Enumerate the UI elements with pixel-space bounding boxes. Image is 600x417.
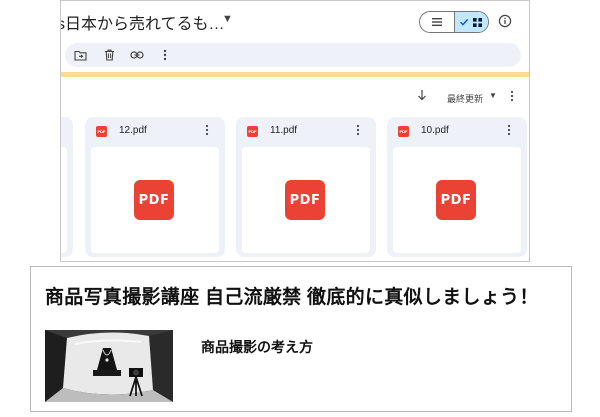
course-thumbnail-image[interactable] [45,330,173,402]
file-name: 11.pdf [270,125,298,136]
selection-toolbar [65,43,521,67]
sort-by-label[interactable]: 最終更新 [447,92,483,105]
file-thumbnail: PDF [393,147,521,253]
pdf-file-icon: PDF [247,126,258,137]
folder-move-icon [73,50,87,61]
pdf-thumbnail-icon: PDF [285,180,325,220]
trash-icon [104,49,114,61]
title-bar: s日本から売れてるも… ▼ [61,1,529,41]
view-toggle [419,11,489,33]
sort-caret-icon[interactable]: ▼ [489,91,497,100]
pdf-file-icon: PDF [398,126,409,137]
sort-direction-icon[interactable] [417,89,427,101]
move-button[interactable] [72,47,88,63]
folder-menu-caret-icon[interactable]: ▼ [222,13,233,25]
file-card[interactable]: PDF 11.pdf PDF [236,117,376,257]
course-panel: 商品写真撮影講座 自己流厳禁 徹底的に真似しましょう！ 商品撮影の考え方 [30,266,572,412]
course-title: 商品写真撮影講座 自己流厳禁 徹底的に真似しましょう！ [45,287,539,308]
product-photo-studio-image [45,330,173,402]
list-view-icon [431,18,442,26]
pdf-thumbnail-icon: PDF [134,180,174,220]
more-vert-icon[interactable] [205,124,209,136]
sort-bar: 最終更新 ▼ [61,87,529,107]
grid-view-icon [473,17,483,27]
folder-title[interactable]: s日本から売れてるも… [61,10,225,34]
list-view-button[interactable] [420,12,454,32]
grid-view-button[interactable] [453,12,488,32]
more-vert-icon[interactable] [507,124,511,136]
file-card[interactable]: PDF 10.pdf PDF [387,117,527,257]
delete-button[interactable] [101,47,117,63]
more-actions-button[interactable] [157,47,173,63]
section-heading: 商品撮影の考え方 [201,339,313,355]
info-icon[interactable] [498,14,512,28]
link-icon [130,51,144,59]
file-thumbnail: PDF [91,147,219,253]
file-thumbnail [61,147,67,253]
copy-link-button[interactable] [129,47,145,63]
pdf-thumbnail-icon: PDF [436,180,476,220]
more-vert-icon[interactable] [510,90,514,102]
check-icon [460,18,469,26]
file-card[interactable]: PDF 12.pdf PDF [85,117,225,257]
file-card-partial[interactable] [61,117,73,257]
pdf-file-icon: PDF [96,126,107,137]
drive-window: s日本から売れてるも… ▼ 最終更新 ▼ PDF 12.pdf PDF PDF … [60,0,530,262]
notice-banner-strip [61,72,529,77]
file-name: 10.pdf [421,125,449,136]
more-vert-icon[interactable] [356,124,360,136]
file-thumbnail: PDF [242,147,370,253]
file-name: 12.pdf [119,125,147,136]
more-vert-icon [163,49,167,61]
